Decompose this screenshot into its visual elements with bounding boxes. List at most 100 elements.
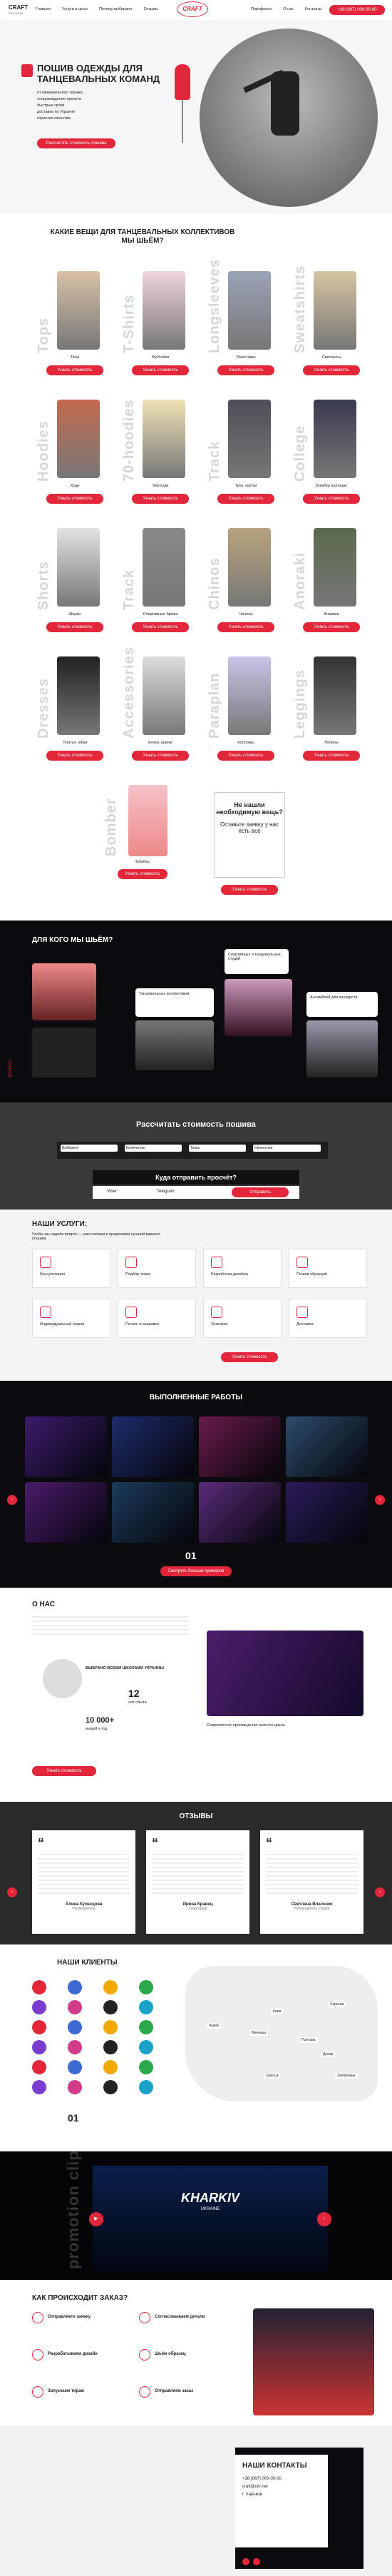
- review-text: [38, 1854, 130, 1897]
- next-arrow-icon[interactable]: ›: [375, 1495, 385, 1505]
- product-name: Худи: [70, 484, 80, 488]
- nav-reviews[interactable]: Отзывы: [144, 7, 158, 11]
- price-button[interactable]: Узнать стоимость: [46, 751, 103, 761]
- instagram-icon[interactable]: [242, 2558, 249, 2565]
- slide-counter: 01: [185, 1550, 197, 1561]
- video-title: KHARKIV: [180, 2191, 239, 2205]
- next-arrow-icon[interactable]: ›: [317, 2212, 331, 2226]
- price-button[interactable]: Узнать стоимость: [217, 494, 274, 504]
- nav-services[interactable]: Услуги и цены: [62, 7, 88, 11]
- price-button[interactable]: Узнать стоимость: [303, 622, 360, 632]
- type-select[interactable]: Выберите: [61, 1145, 118, 1152]
- about-text-lines: [32, 1616, 189, 1638]
- city-marker: Запорожье: [335, 2073, 358, 2079]
- send-button[interactable]: Отправить: [232, 1187, 289, 1197]
- price-button[interactable]: Узнать стоимость: [303, 365, 360, 375]
- client-logo: [68, 2040, 82, 2054]
- brand-logo[interactable]: CRAFT: [177, 1, 208, 17]
- quantity-input[interactable]: Количество: [125, 1145, 182, 1152]
- price-button[interactable]: Узнать стоимость: [46, 622, 103, 632]
- services-section: НАШИ УСЛУГИ: Чтобы вы задали вопрос — ра…: [0, 1210, 392, 1381]
- product-photo: [228, 400, 271, 478]
- more-works-button[interactable]: Смотреть больше примеров: [160, 1566, 232, 1576]
- product-card: Chinos Чиносы Узнать стоимость: [207, 521, 285, 642]
- work-photo[interactable]: [199, 1482, 281, 1543]
- hero-calc-button[interactable]: Рассчитать стоимость пошива: [37, 138, 115, 148]
- price-button[interactable]: Узнать стоимость: [132, 365, 189, 375]
- services-price-button[interactable]: Узнать стоимость: [221, 1352, 278, 1362]
- telegram-option[interactable]: Telegram: [157, 1190, 175, 1194]
- price-button[interactable]: Узнать стоимость: [46, 494, 103, 504]
- ghost-label: Dresses: [36, 678, 51, 739]
- product-card: T-Shirts Футболки Узнать стоимость: [121, 264, 200, 385]
- mannequin-icon: [160, 64, 203, 150]
- fabric-select[interactable]: Ткань: [189, 1145, 246, 1152]
- price-button[interactable]: Узнать стоимость: [217, 622, 274, 632]
- next-arrow-icon[interactable]: ›: [375, 1887, 385, 1897]
- city-marker: Полтава: [299, 2037, 318, 2043]
- order-step: Шьём образец: [139, 2349, 239, 2381]
- client-logo: [68, 2060, 82, 2074]
- price-button[interactable]: Узнать стоимость: [217, 365, 274, 375]
- client-logo: [32, 2080, 46, 2094]
- ghost-label: promotion clip: [64, 2150, 82, 2269]
- clients-title: НАШИ КЛИЕНТЫ: [57, 1959, 118, 1967]
- print-select[interactable]: Нанесение: [253, 1145, 321, 1152]
- contact-phone[interactable]: +38 (067) 000-00-00: [242, 2477, 321, 2481]
- audience-card: Танцевальных коллективов: [135, 988, 214, 1017]
- send-options: Viber Telegram Отправить: [93, 1186, 299, 1199]
- work-photo[interactable]: [112, 1482, 194, 1543]
- price-button[interactable]: Узнать стоимость: [217, 751, 274, 761]
- nav-portfolio[interactable]: Портфолио: [251, 7, 272, 11]
- nav-home[interactable]: Главная: [36, 7, 51, 11]
- prev-arrow-icon[interactable]: ‹: [7, 1887, 17, 1897]
- nav-about[interactable]: О нас: [283, 7, 294, 11]
- slide-counter: 01: [68, 2112, 79, 2124]
- logo[interactable]: CRAFT: [9, 4, 28, 11]
- city-marker: Винница: [249, 2030, 269, 2036]
- service-item: Доставка: [289, 1299, 367, 1338]
- prev-arrow-icon[interactable]: ‹: [7, 1495, 17, 1505]
- custom-price-button[interactable]: Узнать стоимость: [221, 885, 278, 895]
- ghost-label: Paraplan: [207, 672, 222, 739]
- price-button[interactable]: Узнать стоимость: [118, 869, 167, 879]
- right-nav: Портфолио О нас Контакты: [251, 6, 332, 11]
- product-photo: [143, 656, 185, 735]
- product-photo: [143, 528, 185, 607]
- client-logo: [32, 2000, 46, 2014]
- step-icon: [139, 2312, 150, 2323]
- reviewer-role: Хореограф: [188, 1907, 207, 1911]
- nav-why[interactable]: Почему выбирают: [99, 7, 133, 11]
- play-icon[interactable]: ▶: [89, 2212, 103, 2226]
- price-button[interactable]: Узнать стоимость: [46, 365, 103, 375]
- price-button[interactable]: Узнать стоимость: [132, 622, 189, 632]
- work-photo[interactable]: [199, 1416, 281, 1477]
- facebook-icon[interactable]: [253, 2558, 260, 2565]
- client-logo: [103, 2080, 118, 2094]
- phone-button[interactable]: +38 (067) 000-00-00: [329, 5, 385, 15]
- product-card: College Бомбер колледж Узнать стоимость: [292, 392, 371, 514]
- header: CRAFT Мы шьём Главная Услуги и цены Поче…: [0, 0, 392, 21]
- work-photo[interactable]: [112, 1416, 194, 1477]
- nav-contacts[interactable]: Контакты: [305, 7, 322, 11]
- work-photo[interactable]: [25, 1416, 107, 1477]
- viber-option[interactable]: Viber: [107, 1190, 117, 1194]
- video-player[interactable]: KHARKIV UKRAINE: [93, 2166, 328, 2273]
- photo: [225, 979, 292, 1036]
- work-photo[interactable]: [286, 1416, 368, 1477]
- bullet: сопровождение проекта: [37, 97, 81, 101]
- works-section: ВЫПОЛНЕННЫЕ РАБОТЫ ‹ › 01 Смотреть больш…: [0, 1381, 392, 1588]
- price-button[interactable]: Узнать стоимость: [132, 494, 189, 504]
- product-bomber: Bomber Бомбер Узнать стоимость: [103, 778, 178, 885]
- work-photo[interactable]: [286, 1482, 368, 1543]
- city-marker: Одесса: [264, 2073, 281, 2079]
- ghost-label: Bomber: [103, 798, 119, 856]
- price-button[interactable]: Узнать стоимость: [303, 751, 360, 761]
- price-button[interactable]: Узнать стоимость: [132, 751, 189, 761]
- price-button[interactable]: Узнать стоимость: [303, 494, 360, 504]
- work-photo[interactable]: [25, 1482, 107, 1543]
- contact-email[interactable]: craft@ukr.net: [242, 2485, 321, 2489]
- about-price-button[interactable]: Узнать стоимость: [32, 1766, 96, 1776]
- product-name: Футболки: [151, 355, 170, 360]
- product-card: Longsleeves Лонгсливы Узнать стоимость: [207, 259, 285, 385]
